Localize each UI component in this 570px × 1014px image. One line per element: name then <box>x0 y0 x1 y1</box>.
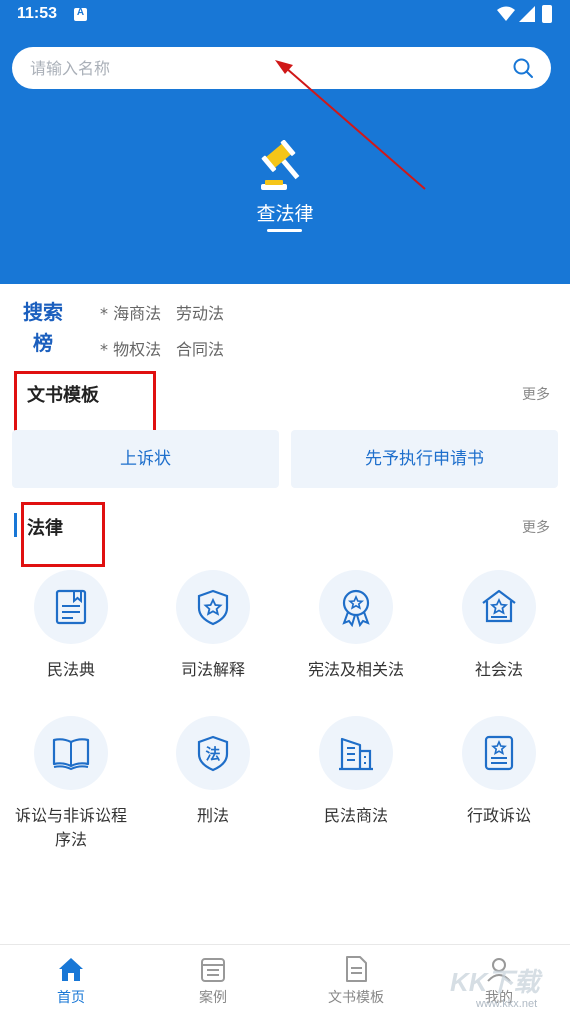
law-item-judicial-interpretation[interactable]: 司法解释 <box>142 570 284 682</box>
law-item-procedure-law[interactable]: 诉讼与非诉讼程序法 <box>0 716 142 852</box>
buildings-icon <box>339 737 373 771</box>
law-item-administrative-litigation[interactable]: 行政诉讼 <box>428 716 570 828</box>
templates-more-link[interactable]: 更多 <box>522 384 550 404</box>
shield-star-icon <box>197 589 229 626</box>
law-item-label: 诉讼与非诉讼程序法 <box>0 804 142 852</box>
shield-law-char: 法 <box>205 745 220 763</box>
tab-home[interactable]: 首页 <box>0 945 142 1014</box>
ranking-title-line2: 榜 <box>33 331 53 355</box>
law-icon-circle <box>34 570 108 644</box>
ranking-item[interactable]: 合同法 <box>176 336 224 360</box>
template-button[interactable]: 上诉状 <box>12 430 279 488</box>
law-icon-circle <box>176 570 250 644</box>
law-item-label: 刑法 <box>196 806 229 825</box>
law-item-civil-commercial-law[interactable]: 民法商法 <box>285 716 427 828</box>
law-icon-circle <box>319 716 393 790</box>
law-item-label-text: 诉讼与非诉讼程序法 <box>15 806 128 849</box>
law-icon-circle <box>319 570 393 644</box>
medal-icon <box>342 589 370 627</box>
law-item-label: 民法典 <box>46 660 95 679</box>
tab-doc-templates[interactable]: 文书模板 <box>285 945 427 1014</box>
tab-label: 文书模板 <box>328 990 384 1006</box>
open-book-icon <box>52 738 90 771</box>
annotation-arrow <box>275 60 426 190</box>
ranking-title-line1: 搜索 <box>23 300 63 324</box>
template-button[interactable]: 先予执行申请书 <box>291 430 558 488</box>
document-icon <box>346 956 367 982</box>
law-item-social-law[interactable]: 社会法 <box>428 570 570 682</box>
watermark-logo: KK下载 <box>450 967 540 997</box>
tab-label: 首页 <box>57 990 85 1006</box>
watermark-url: www.kkx.net <box>476 998 538 1010</box>
laws-more-link[interactable]: 更多 <box>522 517 550 537</box>
case-icon <box>201 958 225 982</box>
law-item-label: 司法解释 <box>180 660 245 679</box>
law-icon-circle <box>462 716 536 790</box>
law-icon-circle <box>34 716 108 790</box>
law-item-civil-code[interactable]: 民法典 <box>0 570 142 682</box>
ranking-item[interactable]: 劳动法 <box>176 300 224 324</box>
ranking-item[interactable]: * 物权法 <box>100 336 161 360</box>
house-star-icon <box>482 589 516 623</box>
document-star-icon <box>484 735 514 771</box>
shield-law-icon: 法 <box>197 735 229 772</box>
law-item-label: 行政诉讼 <box>466 806 531 825</box>
highlight-box <box>21 502 105 567</box>
ranking-item[interactable]: * 海商法 <box>100 300 161 324</box>
law-icon-circle: 法 <box>176 716 250 790</box>
search-ranking-title: 搜索 榜 <box>20 297 66 359</box>
tab-cases[interactable]: 案例 <box>142 945 284 1014</box>
law-icon-circle <box>462 570 536 644</box>
law-item-label: 宪法及相关法 <box>307 660 404 679</box>
home-icon <box>59 958 83 981</box>
law-item-constitution[interactable]: 宪法及相关法 <box>285 570 427 682</box>
section-accent-bar <box>14 513 17 537</box>
law-item-label: 社会法 <box>474 660 523 679</box>
book-bookmark-icon <box>55 589 87 625</box>
law-item-criminal-law[interactable]: 法 刑法 <box>142 716 284 828</box>
law-item-label: 民法商法 <box>323 806 388 825</box>
tab-label: 案例 <box>199 990 227 1006</box>
